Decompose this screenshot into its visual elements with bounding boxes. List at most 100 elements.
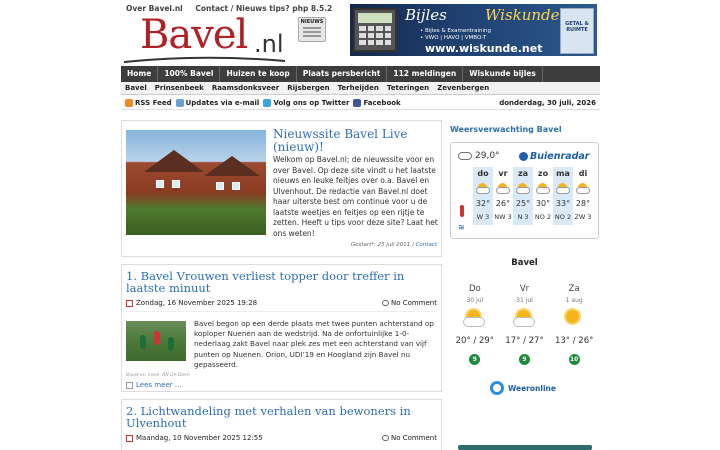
- comment-icon: [381, 300, 389, 306]
- forecast-temp: 25°: [515, 199, 531, 208]
- subnav-prinsenbeek[interactable]: Prinsenbeek: [151, 82, 208, 94]
- banner-title-left: Bijles: [405, 6, 447, 24]
- weather-score-badge: 9: [469, 354, 481, 365]
- newspaper-icon-label: NIEUWS: [300, 19, 324, 25]
- article-comments-text: No Comment: [390, 299, 437, 307]
- buienradar-logo-text: Buienradar: [530, 151, 590, 162]
- forecast-temp: 32°: [475, 199, 491, 208]
- ad-banner-wiskunde[interactable]: Bijles Wiskunde • Bijles & Examentrainin…: [350, 4, 597, 56]
- featured-title[interactable]: Nieuwssite Bavel Live (nieuw)!: [273, 128, 441, 154]
- read-more-label: Lees meer …: [136, 381, 182, 389]
- nav-wiskunde-bijles[interactable]: Wiskunde bijles: [463, 66, 543, 82]
- featured-text: Welkom op Bavel.nl; de nieuwssite voor e…: [273, 155, 438, 238]
- weeronline-day: Za 1 aug 13° / 26° 10: [549, 284, 599, 365]
- cloud-icon: [458, 152, 472, 160]
- read-more-link[interactable]: Lees meer …: [126, 381, 182, 389]
- forecast-day-name: do: [477, 169, 489, 178]
- subnav-zevenbergen[interactable]: Zevenbergen: [433, 82, 493, 94]
- subnav-terheijden[interactable]: Terheijden: [334, 82, 383, 94]
- subnav-bavel[interactable]: Bavel: [121, 82, 151, 94]
- featured-meta: Gestart*: 25 juli 2011 / Contact: [351, 242, 437, 248]
- weeronline-temps: 20° / 29°: [455, 336, 495, 346]
- weeronline-day-date: 30 jul: [466, 297, 484, 304]
- nav-plaats-persbericht[interactable]: Plaats persbericht: [297, 66, 388, 82]
- email-updates-link[interactable]: Updates via e-mail: [175, 98, 259, 107]
- article-comments[interactable]: No Comment: [381, 299, 437, 307]
- facebook-link[interactable]: Facebook: [353, 98, 401, 107]
- nav-112-meldingen[interactable]: 112 meldingen: [387, 66, 464, 82]
- sidebar-widget-header: [458, 445, 592, 450]
- main-nav: Home 100% Bavel Huizen te koop Plaats pe…: [121, 66, 600, 82]
- featured-image[interactable]: [126, 130, 266, 235]
- article-image[interactable]: [126, 321, 186, 361]
- forecast-day-name: za: [517, 169, 529, 178]
- sun-cloud-icon: [493, 181, 513, 197]
- logo-word: Bavel: [140, 12, 248, 58]
- book-icon: GETAL & RUIMTE: [560, 8, 594, 54]
- weeronline-day: Vr 31 jul 17° / 27° 9: [500, 284, 550, 365]
- buienradar-logo-icon: [519, 152, 528, 161]
- article-title[interactable]: 1. Bavel Vrouwen verliest topper door tr…: [126, 270, 440, 294]
- article-date-text: Zondag, 16 November 2025 19:28: [136, 299, 258, 307]
- weeronline-day-name: Za: [568, 284, 580, 294]
- forecast-day: za 25° N 3: [513, 167, 533, 225]
- weeronline-day-date: 1 aug: [565, 297, 583, 304]
- site-logo[interactable]: Bavel .nl: [122, 12, 292, 64]
- rss-feed-link[interactable]: RSS Feed: [125, 98, 172, 107]
- forecast-day: vr 26° NW 3: [493, 167, 513, 225]
- article-title[interactable]: 2. Lichtwandeling met verhalen van bewon…: [126, 405, 440, 429]
- twitter-link[interactable]: Volg ons op Twitter: [263, 98, 350, 107]
- forecast-wind: N 3: [517, 213, 529, 221]
- forecast-day-name: ma: [556, 169, 570, 178]
- weeronline-widget[interactable]: Bavel Do 30 jul 20° / 29° 9 Vr 31 jul 17…: [450, 258, 599, 395]
- current-temp: 29,0°: [475, 151, 500, 161]
- weeronline-logo-icon: [490, 381, 504, 395]
- forecast-temp: 26°: [495, 199, 511, 208]
- article-image-credit: Bavel vs. Irene, RN De Diem: [126, 373, 190, 378]
- featured-contact-link[interactable]: Contact: [416, 242, 437, 248]
- article-comments-text: No Comment: [390, 434, 437, 442]
- subnav-raamsdonksveer[interactable]: Raamsdonksveer: [208, 82, 283, 94]
- forecast-day-name: vr: [498, 169, 508, 178]
- article-card: 1. Bavel Vrouwen verliest topper door tr…: [121, 264, 442, 392]
- calendar-icon: [126, 299, 133, 307]
- logo-swoosh: [123, 56, 286, 63]
- forecast-wind: NO 2: [534, 213, 552, 221]
- article-text: Bavel begon op een derde plaats met twee…: [194, 319, 434, 369]
- forecast-grid: do 32° W 3 vr 26° NW 3 za 25° N 3 zo 30° NO 2 ma…: [473, 167, 593, 225]
- weeronline-logo[interactable]: Weeronline: [490, 381, 556, 395]
- thermometer-icon: [460, 205, 464, 217]
- banner-url: www.wiskunde.net: [425, 42, 543, 55]
- forecast-wind: ZW 3: [574, 213, 592, 221]
- twitter-label: Volg ons op Twitter: [273, 98, 350, 107]
- forecast-wind: NW 3: [494, 213, 512, 221]
- calendar-icon: [126, 434, 133, 442]
- nav-100-bavel[interactable]: 100% Bavel: [158, 66, 221, 82]
- nav-home[interactable]: Home: [121, 66, 159, 82]
- email-icon: [175, 98, 184, 107]
- subnav-rijsbergen[interactable]: Rijsbergen: [283, 82, 333, 94]
- logo-tld: .nl: [254, 30, 284, 58]
- forecast-temp: 30°: [535, 199, 551, 208]
- book-title: GETAL & RUIMTE: [565, 21, 589, 33]
- forecast-day: di 28° ZW 3: [573, 167, 593, 225]
- buienradar-widget[interactable]: 29,0° Buienradar do 32° W 3 vr 26° NW 3 za 25…: [450, 142, 599, 239]
- forecast-wind: W 3: [476, 213, 490, 221]
- weeronline-day-date: 31 jul: [516, 297, 533, 304]
- facebook-label: Facebook: [363, 98, 401, 107]
- buienradar-logo: Buienradar: [519, 151, 589, 162]
- weather-score-badge: 10: [568, 354, 580, 365]
- forecast-temp: 28°: [575, 199, 591, 208]
- weather-heading: Weersverwachting Bavel: [450, 125, 562, 134]
- article-card: 2. Lichtwandeling met verhalen van bewon…: [121, 399, 442, 450]
- weeronline-day: Do 30 jul 20° / 29° 9: [450, 284, 500, 365]
- article-comments[interactable]: No Comment: [381, 434, 437, 442]
- calculator-icon: [353, 8, 397, 52]
- featured-meta-text: Gestart*: 25 juli 2011 /: [350, 242, 416, 248]
- comment-icon: [381, 435, 389, 441]
- nav-huizen-te-koop[interactable]: Huizen te koop: [220, 66, 297, 82]
- facebook-icon: [353, 98, 362, 107]
- banner-title-right: Wiskunde: [485, 6, 560, 24]
- subnav-teteringen[interactable]: Teteringen: [383, 82, 433, 94]
- weeronline-logo-text: Weeronline: [508, 383, 556, 393]
